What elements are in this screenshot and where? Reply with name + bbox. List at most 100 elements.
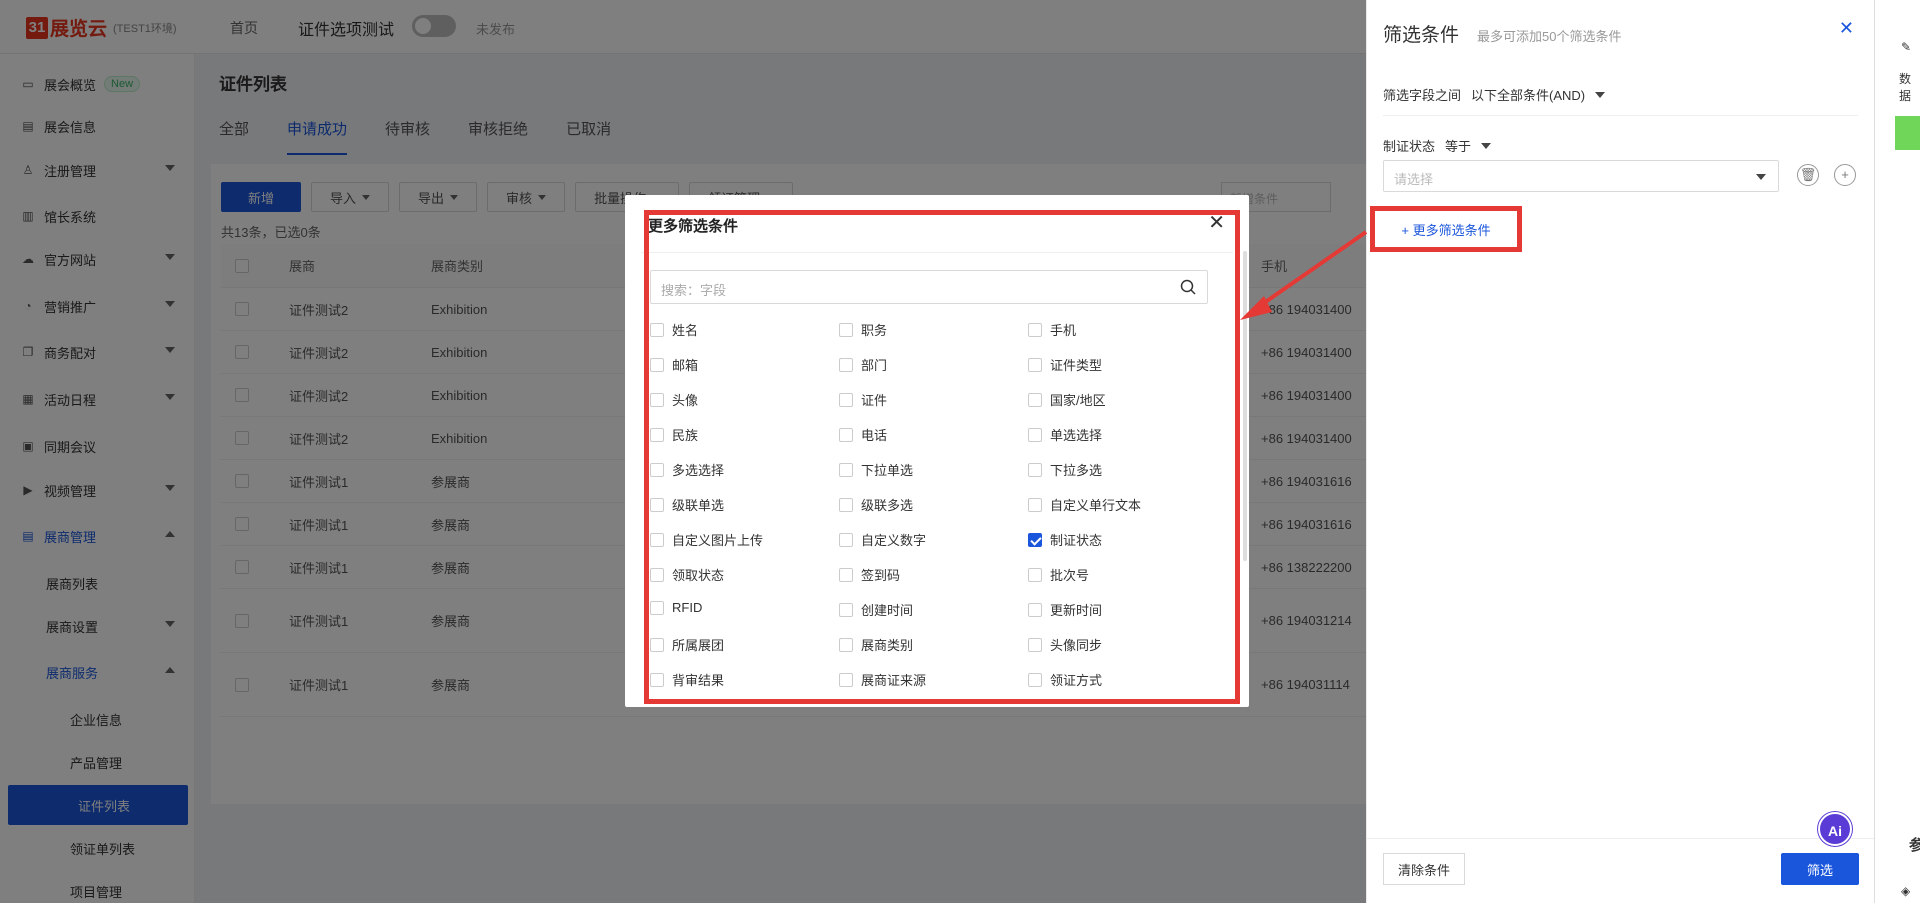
field-option-label: 级联单选	[672, 498, 725, 513]
close-icon[interactable]: ✕	[1208, 213, 1225, 233]
checkbox[interactable]	[1028, 567, 1042, 582]
checkbox[interactable]	[839, 462, 853, 477]
checkbox[interactable]	[1028, 602, 1042, 617]
plus-icon[interactable]: +	[1834, 164, 1856, 186]
field-option[interactable]: 下拉单选	[839, 460, 913, 479]
field-option[interactable]: 邮箱	[650, 355, 698, 374]
checkbox[interactable]	[839, 497, 853, 512]
checkbox[interactable]	[650, 462, 664, 477]
field-search-input[interactable]: 搜索：字段	[650, 270, 1208, 304]
checkbox[interactable]	[839, 392, 853, 407]
field-option[interactable]: 批次号	[1028, 565, 1089, 584]
field-option[interactable]: 头像	[650, 390, 698, 409]
field-option-label: 民族	[672, 428, 699, 443]
checkbox[interactable]	[650, 427, 664, 442]
field-option[interactable]: 领取状态	[650, 565, 724, 584]
field-option[interactable]: 所属展团	[650, 635, 724, 654]
panel-title: 筛选条件	[1383, 25, 1460, 46]
clear-button[interactable]: 清除条件	[1383, 853, 1466, 885]
checkbox[interactable]	[839, 602, 853, 617]
checkbox-checked[interactable]	[1028, 532, 1042, 547]
trash-icon[interactable]: 🗑	[1797, 164, 1819, 186]
field-option[interactable]: 展商类别	[839, 635, 913, 654]
field-option[interactable]: 签到码	[839, 565, 900, 584]
checkbox[interactable]	[1028, 672, 1042, 687]
checkbox[interactable]	[650, 637, 664, 652]
search-placeholder: 搜索：字段	[661, 283, 727, 298]
checkbox[interactable]	[650, 497, 664, 512]
ai-assistant-button[interactable]: Ai	[1818, 812, 1852, 846]
checkbox[interactable]	[650, 322, 664, 337]
condition-value-select[interactable]: 请选择	[1383, 160, 1779, 192]
checkbox[interactable]	[650, 600, 664, 615]
checkbox[interactable]	[839, 357, 853, 372]
field-option[interactable]: 头像同步	[1028, 635, 1102, 654]
field-option[interactable]: 电话	[839, 425, 887, 444]
search-icon[interactable]	[1179, 278, 1197, 296]
field-option[interactable]: RFID	[650, 600, 702, 615]
field-option[interactable]: 下拉多选	[1028, 460, 1102, 479]
field-option[interactable]: 证件	[839, 390, 887, 409]
checkbox[interactable]	[650, 672, 664, 687]
field-option[interactable]: 手机	[1028, 320, 1076, 339]
checkbox[interactable]	[1028, 637, 1042, 652]
checkbox[interactable]	[839, 427, 853, 442]
close-icon[interactable]: ✕	[1839, 18, 1854, 39]
field-option-label: 证件类型	[1050, 358, 1103, 373]
checkbox[interactable]	[839, 567, 853, 582]
checkbox[interactable]	[839, 672, 853, 687]
field-option-label: 职务	[861, 323, 888, 338]
checkbox[interactable]	[839, 532, 853, 547]
logic-select[interactable]: 以下全部条件(AND)	[1471, 85, 1585, 104]
checkbox[interactable]	[650, 392, 664, 407]
checkbox[interactable]	[1028, 462, 1042, 477]
checkbox[interactable]	[1028, 392, 1042, 407]
side-window: ✎ 数据 参 ◈	[1874, 0, 1920, 903]
field-option[interactable]: 证件类型	[1028, 355, 1102, 374]
filter-button[interactable]: 筛选	[1781, 853, 1859, 885]
eraser-icon[interactable]: ✎	[1901, 40, 1911, 54]
checkbox[interactable]	[1028, 322, 1042, 337]
checkbox[interactable]	[839, 637, 853, 652]
field-option-label: 国家/地区	[1050, 393, 1106, 408]
field-option-label: 背审结果	[672, 673, 725, 688]
field-option[interactable]: 级联单选	[650, 495, 724, 514]
more-conditions-button[interactable]: + 更多筛选条件	[1370, 206, 1522, 252]
field-option[interactable]: 更新时间	[1028, 600, 1102, 619]
field-option-label: 自定义单行文本	[1050, 498, 1142, 513]
field-option[interactable]: 背审结果	[650, 670, 724, 689]
field-option-label: 所属展团	[672, 638, 725, 653]
field-option-label: 多选选择	[672, 463, 725, 478]
chevron-down-icon[interactable]	[1481, 142, 1492, 149]
field-option[interactable]: 自定义单行文本	[1028, 495, 1141, 514]
checkbox[interactable]	[650, 532, 664, 547]
checkbox[interactable]	[650, 567, 664, 582]
checkbox[interactable]	[1028, 497, 1042, 512]
field-option[interactable]: 级联多选	[839, 495, 913, 514]
field-option[interactable]: 单选选择	[1028, 425, 1102, 444]
field-option[interactable]: 制证状态	[1028, 530, 1102, 549]
field-option-label: 下拉单选	[861, 463, 914, 478]
checkbox[interactable]	[839, 322, 853, 337]
field-option[interactable]: 姓名	[650, 320, 698, 339]
field-option[interactable]: 自定义数字	[839, 530, 926, 549]
checkbox[interactable]	[1028, 357, 1042, 372]
field-option[interactable]: 职务	[839, 320, 887, 339]
field-option[interactable]: 展商证来源	[839, 670, 926, 689]
field-option-grid: 姓名 职务 手机邮箱 部门 证件类型头像 证件 国家/地区民族 电话 单选选择多选选择 下拉单选 下…	[650, 320, 1210, 693]
scrollbar[interactable]	[1243, 251, 1247, 561]
layers-icon[interactable]: ◈	[1901, 884, 1910, 898]
panel-footer: 清除条件 筛选	[1367, 838, 1875, 903]
field-option[interactable]: 国家/地区	[1028, 390, 1106, 409]
field-option[interactable]: 自定义图片上传	[650, 530, 763, 549]
field-option[interactable]: 创建时间	[839, 600, 913, 619]
checkbox[interactable]	[1028, 427, 1042, 442]
checkbox[interactable]	[650, 357, 664, 372]
field-option[interactable]: 多选选择	[650, 460, 724, 479]
operator-select[interactable]: 等于	[1445, 136, 1471, 155]
field-option[interactable]: 部门	[839, 355, 887, 374]
field-option[interactable]: 领证方式	[1028, 670, 1102, 689]
field-option[interactable]: 民族	[650, 425, 698, 444]
field-option-label: 制证状态	[1050, 533, 1103, 548]
chevron-down-icon[interactable]	[1595, 91, 1606, 98]
